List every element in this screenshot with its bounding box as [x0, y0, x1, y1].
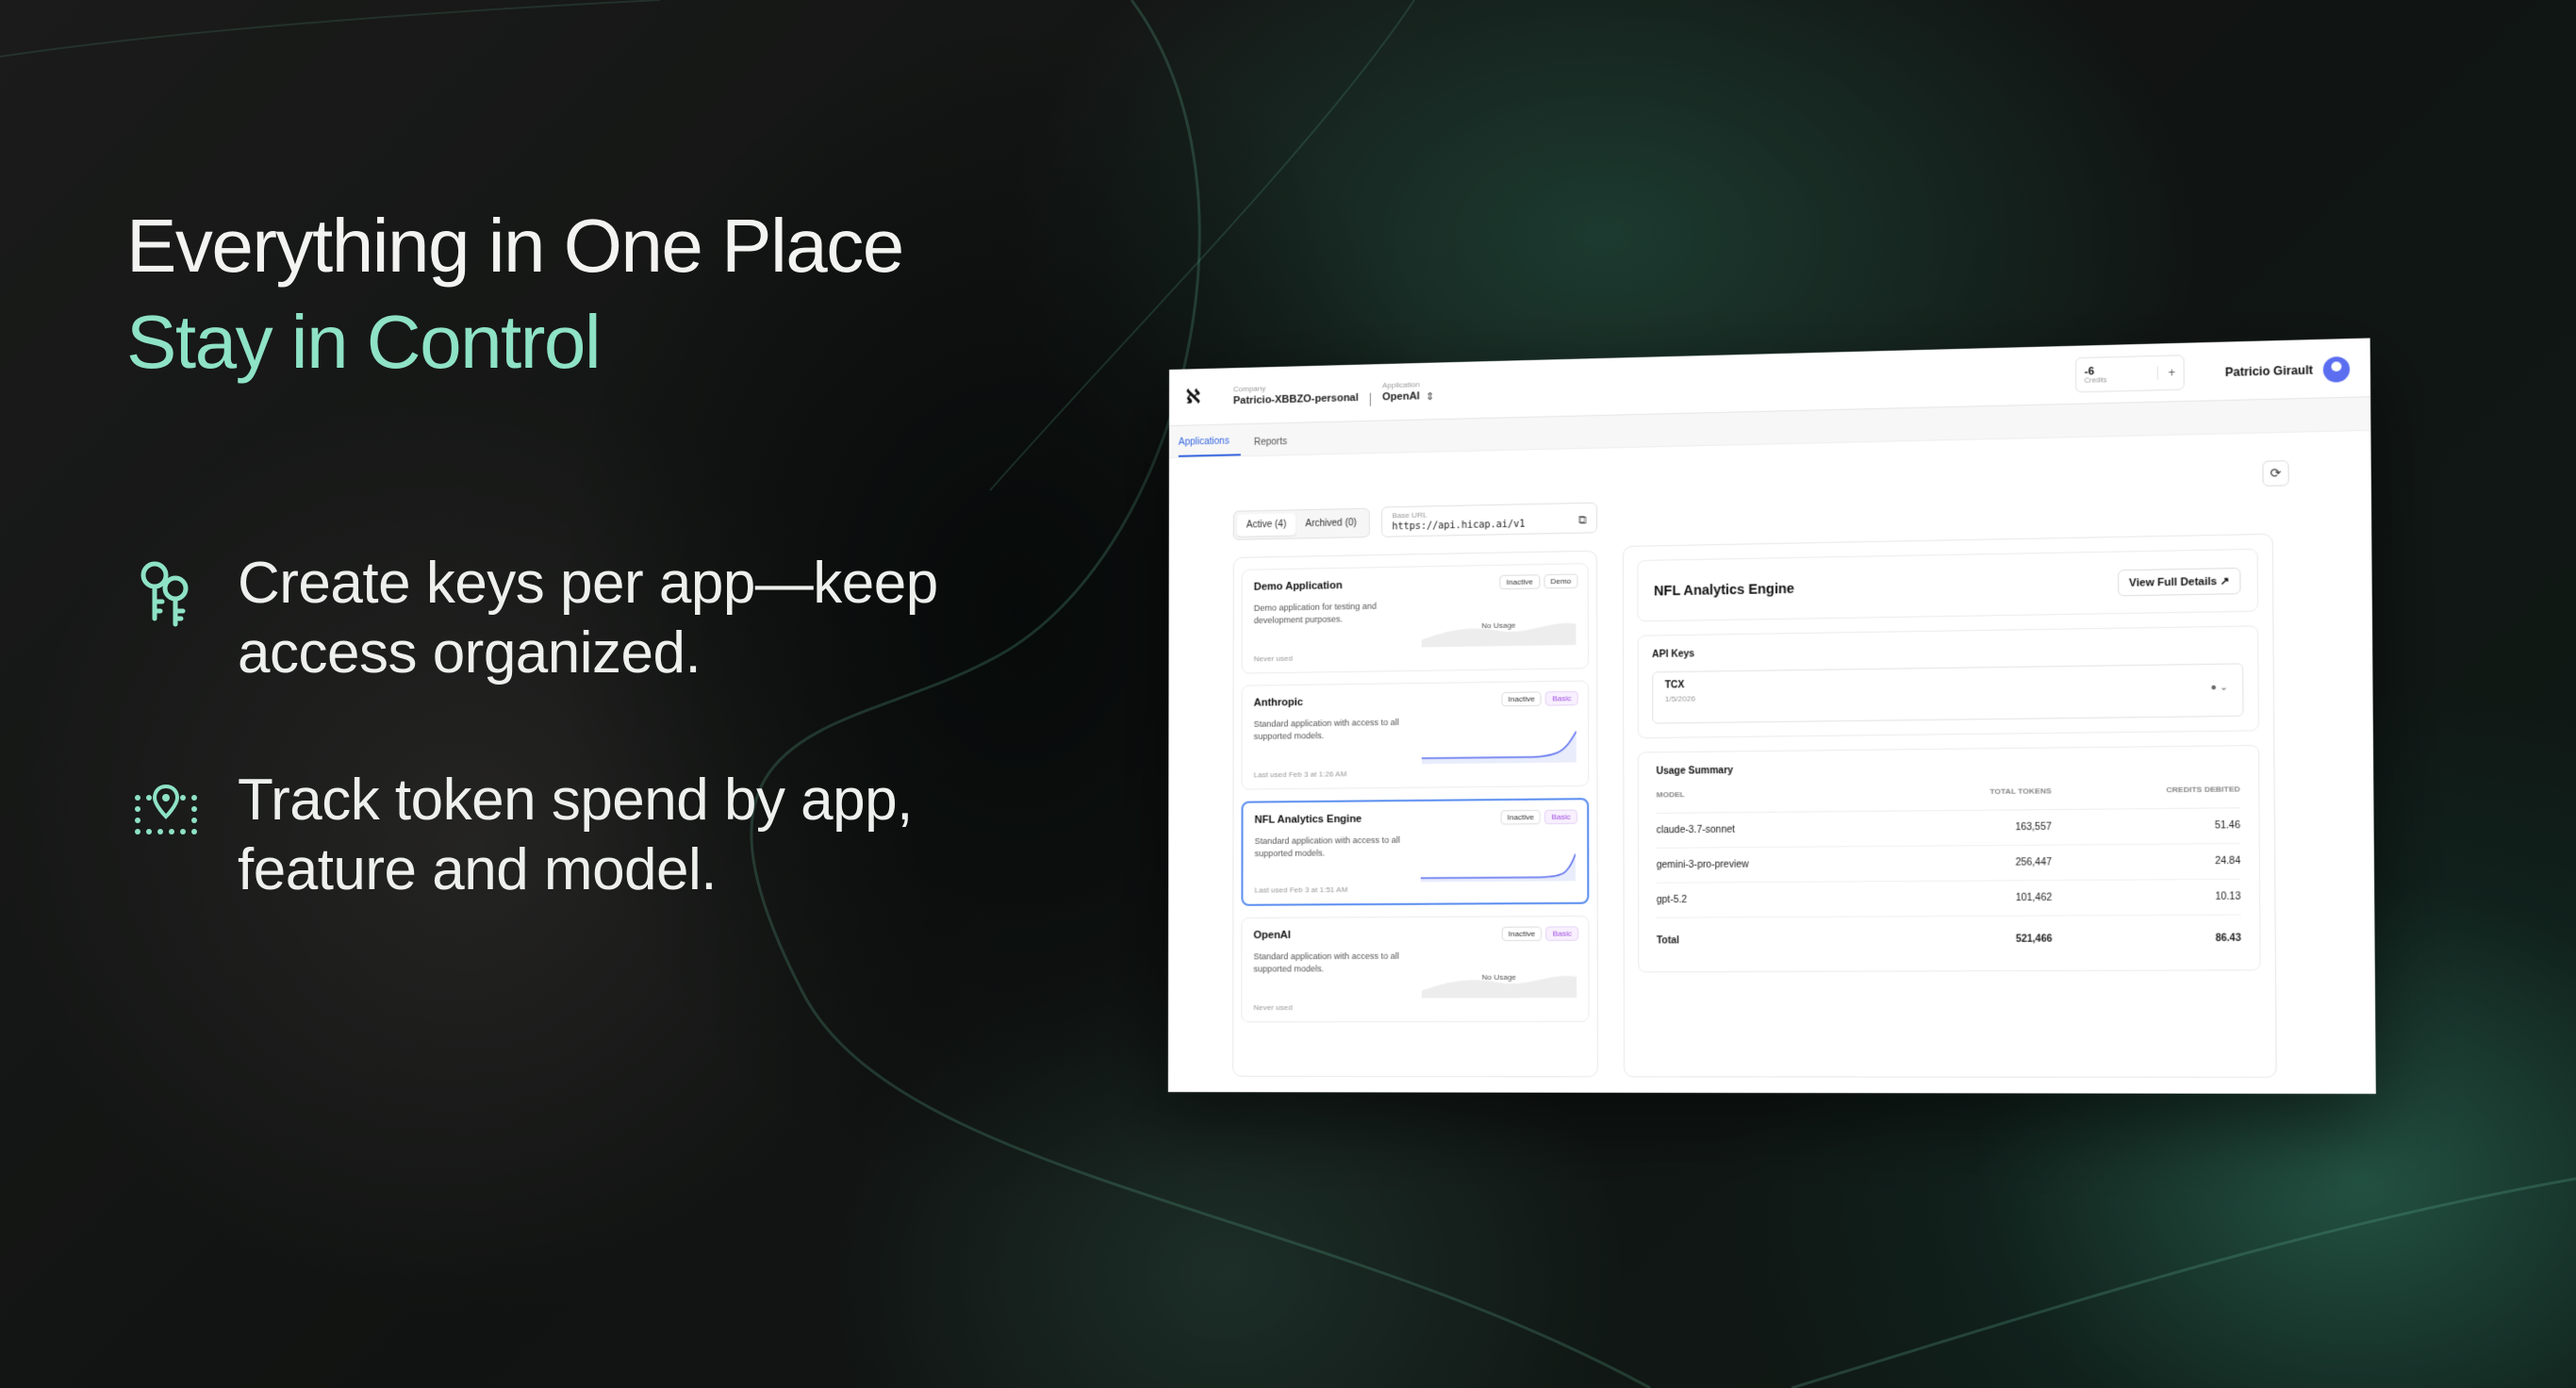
table-row: claude-3.7-sonnet 163,557 51.46 [1656, 807, 2241, 849]
refresh-icon[interactable]: ⟳ [2262, 460, 2289, 487]
chevron-down-icon[interactable]: ● ⌄ [2210, 682, 2228, 693]
tier-badge: Basic [1545, 926, 1579, 941]
usage-sparkline [1422, 724, 1577, 765]
usage-table: MODEL TOTAL TOKENS CREDITS DEBITED claud… [1656, 785, 2241, 958]
hero-title: Everything in One Place [126, 204, 904, 288]
usage-summary-heading: Usage Summary [1656, 765, 1734, 777]
column-header-credits-debited: CREDITS DEBITED [2051, 785, 2240, 810]
location-tracking-icon [135, 784, 197, 834]
keys-icon [140, 561, 189, 627]
status-badge: Inactive [1501, 926, 1543, 942]
company-value: Patricio-XBBZO-personal [1232, 391, 1359, 407]
hero-subtitle: Stay in Control [126, 300, 602, 384]
model-cell: claude-3.7-sonnet [1656, 811, 1895, 849]
application-value: OpenAI [1382, 390, 1420, 404]
last-used: Never used [1253, 1002, 1293, 1013]
usage-summary-section: Usage Summary MODEL TOTAL TOKENS CREDITS… [1637, 745, 2261, 973]
tier-badge: Basic [1544, 809, 1577, 825]
list-item[interactable]: NFL Analytics Engine Inactive Basic Stan… [1241, 798, 1590, 906]
model-cell: gpt-5.2 [1656, 881, 1895, 918]
tokens-cell: 101,462 [1894, 880, 2053, 917]
hero: Everything in One Place Stay in Control [126, 198, 904, 390]
tokens-cell: 256,447 [1894, 845, 2053, 882]
base-url-box: Base URL https://api.hicap.ai/v1 ⧉ [1381, 502, 1598, 537]
status-badge: Inactive [1500, 809, 1542, 825]
user-menu[interactable]: Patricio Girault [2224, 355, 2351, 385]
status-badge: Inactive [1499, 574, 1541, 590]
feature-keys: Create keys per app—keep access organize… [132, 549, 1067, 688]
chevron-updown-icon[interactable]: ⇕ [1426, 390, 1434, 403]
total-credits: 86.43 [2215, 933, 2241, 945]
list-controls: Active (4) Archived (0) Base URL https:/… [1232, 502, 1598, 540]
tier-badge: Demo [1544, 573, 1578, 589]
application-list: Demo Application Inactive Demo Demo appl… [1232, 550, 1599, 1078]
app-description: Standard application with access to all … [1253, 950, 1399, 974]
status-badge: Inactive [1501, 691, 1543, 707]
credits-cell: 24.84 [2051, 843, 2241, 881]
application-label: Application [1382, 380, 1420, 390]
feature-keys-text: Create keys per app—keep access organize… [238, 551, 938, 686]
column-header-model: MODEL [1656, 787, 1894, 814]
last-used: Never used [1253, 653, 1293, 664]
user-name: Patricio Girault [2224, 363, 2313, 380]
no-usage-label: No Usage [1481, 972, 1516, 982]
tab-applications[interactable]: Applications [1178, 436, 1241, 457]
tokens-cell: 163,557 [1893, 809, 2052, 847]
feature-tracking: Track token spend by app, feature and mo… [132, 766, 1067, 905]
app-description: Standard application with access to all … [1254, 834, 1400, 859]
api-keys-heading: API Keys [1652, 649, 1695, 661]
external-link-icon: ↗ [2220, 575, 2230, 587]
column-header-total-tokens: TOTAL TOKENS [1893, 786, 2052, 812]
credits-label: Credits [2084, 376, 2107, 385]
detail-header: NFL Analytics Engine View Full Details ↗ [1637, 548, 2259, 622]
application-selector[interactable]: Application OpenAI [1382, 380, 1420, 403]
base-url-value[interactable]: https://api.hicap.ai/v1 [1392, 518, 1586, 533]
last-used: Last used Feb 3 at 1:26 AM [1253, 769, 1347, 780]
table-total-row: Total 521,466 86.43 [1657, 915, 2241, 958]
add-credits-button[interactable]: + [2156, 365, 2176, 380]
api-keys-section: API Keys TCX 1/5/2026 ● ⌄ [1637, 625, 2259, 739]
credits-widget: -6 Credits + [2074, 355, 2185, 393]
feature-tracking-text: Track token spend by app, feature and mo… [238, 768, 913, 902]
company-label: Company [1232, 384, 1266, 394]
usage-sparkline [1421, 842, 1576, 883]
tier-badge: Basic [1545, 690, 1578, 706]
list-item[interactable]: OpenAI Inactive Basic Standard applicati… [1241, 916, 1590, 1023]
app-screenshot: ℵ Company Patricio-XBBZO-personal Applic… [1167, 338, 2376, 1095]
model-cell: gemini-3-pro-preview [1656, 846, 1895, 884]
status-segmented-control: Active (4) Archived (0) [1232, 507, 1370, 540]
app-description: Standard application with access to all … [1253, 717, 1399, 741]
view-full-details-label: View Full Details [2128, 575, 2218, 589]
company-selector[interactable]: Company Patricio-XBBZO-personal [1233, 382, 1359, 406]
tab-active[interactable]: Active (4) [1236, 512, 1296, 537]
avatar[interactable] [2322, 355, 2351, 383]
tab-reports[interactable]: Reports [1254, 437, 1298, 455]
list-item[interactable]: Anthropic Inactive Basic Standard applic… [1241, 680, 1590, 790]
breadcrumb-divider [1369, 392, 1371, 406]
total-label: Total [1656, 935, 1680, 947]
table-row: gemini-3-pro-preview 256,447 24.84 [1656, 843, 2241, 884]
view-full-details-button[interactable]: View Full Details ↗ [2118, 567, 2241, 596]
total-tokens: 521,466 [2015, 934, 2053, 946]
credits-value: -6 [2084, 365, 2095, 378]
last-used: Last used Feb 3 at 1:51 AM [1254, 884, 1348, 895]
detail-title: NFL Analytics Engine [1654, 580, 1795, 599]
copy-icon[interactable]: ⧉ [1578, 513, 1587, 527]
credits-cell: 10.13 [2052, 879, 2241, 917]
no-usage-label: No Usage [1481, 620, 1516, 630]
application-detail-panel: NFL Analytics Engine View Full Details ↗… [1622, 533, 2277, 1079]
app-logo[interactable]: ℵ [1186, 385, 1213, 409]
credits-cell: 51.46 [2051, 807, 2241, 846]
tab-archived[interactable]: Archived (0) [1296, 511, 1366, 535]
list-item[interactable]: Demo Application Inactive Demo Demo appl… [1241, 563, 1589, 674]
table-row: gpt-5.2 101,462 10.13 [1656, 879, 2241, 918]
api-key-selector[interactable]: TCX 1/5/2026 ● ⌄ [1652, 663, 2244, 724]
app-description: Demo application for testing and develop… [1253, 601, 1378, 626]
